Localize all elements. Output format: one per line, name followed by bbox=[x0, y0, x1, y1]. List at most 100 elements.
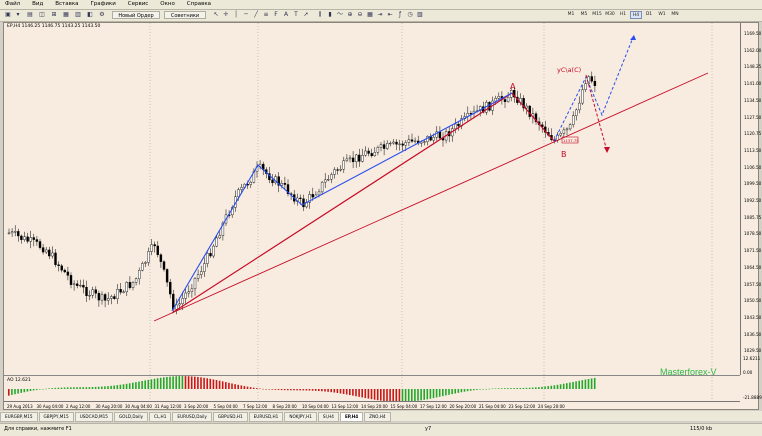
channel-icon[interactable]: ≡ bbox=[262, 11, 270, 19]
indicator-label: AO 12.621 bbox=[7, 378, 31, 383]
tile-icon[interactable]: ▦ bbox=[366, 11, 374, 19]
terminal-icon[interactable]: ▦ bbox=[62, 11, 70, 19]
history-icon[interactable]: ▥ bbox=[74, 11, 82, 19]
chart-shift-icon[interactable]: ⇤ bbox=[386, 11, 394, 19]
chart-tab[interactable]: CL,H1 bbox=[148, 412, 172, 422]
bar-chart-icon[interactable]: ⫼ bbox=[316, 11, 324, 19]
templates-icon[interactable]: ▧ bbox=[416, 11, 424, 19]
candle-chart-icon[interactable]: ▮ bbox=[326, 11, 334, 19]
timeframe-m15[interactable]: M15 bbox=[591, 11, 603, 19]
chart-tab[interactable]: GBPJPY,M15 bbox=[38, 412, 74, 422]
ao-bar bbox=[110, 385, 112, 389]
candle-body bbox=[364, 150, 367, 156]
autoscroll-icon[interactable]: ⇥ bbox=[376, 11, 384, 19]
ao-bar bbox=[469, 389, 472, 391]
advisors-button[interactable]: Советники bbox=[164, 11, 206, 19]
wave-c-projection-blue bbox=[553, 34, 635, 142]
price-label: 1064.50 bbox=[744, 264, 762, 270]
chart-tab[interactable]: GBPUSD,H1 bbox=[212, 412, 248, 422]
ao-bar bbox=[190, 376, 193, 389]
ao-bar bbox=[401, 389, 404, 401]
zoom-out-icon[interactable]: ⊖ bbox=[356, 11, 364, 19]
candle-body bbox=[20, 235, 23, 240]
timeframe-d1[interactable]: D1 bbox=[643, 11, 655, 19]
ao-bar bbox=[11, 389, 13, 395]
text-icon[interactable]: A bbox=[282, 11, 290, 19]
price-label: 1169.50 bbox=[744, 31, 762, 36]
ao-bar bbox=[488, 388, 491, 390]
fibonacci-icon[interactable]: F bbox=[272, 11, 280, 19]
chart-tab[interactable]: GOLD,Daily bbox=[113, 412, 148, 422]
navigator-icon[interactable]: ⊞ bbox=[50, 11, 58, 19]
time-label: 29 Aug 2013 bbox=[7, 404, 33, 409]
chart-tab[interactable]: EURGBP,M15 bbox=[0, 412, 38, 422]
price-label: 1099.50 bbox=[744, 181, 762, 187]
timeframe-w1[interactable]: W1 bbox=[656, 11, 668, 19]
dropdown-icon[interactable]: ▾ bbox=[14, 11, 22, 19]
arrow-icon[interactable]: ➚ bbox=[302, 11, 310, 19]
crosshair-icon[interactable]: ✛ bbox=[222, 11, 230, 19]
ao-bar bbox=[383, 389, 385, 401]
market-watch-icon[interactable]: ◫ bbox=[38, 11, 46, 19]
periods-icon[interactable]: ◷ bbox=[406, 11, 414, 19]
chart-tab[interactable]: EURUSD,Daily bbox=[172, 412, 212, 422]
ao-bar bbox=[113, 385, 115, 389]
support-trendline-inner bbox=[171, 92, 513, 314]
ao-bar bbox=[249, 387, 252, 389]
chart-tab[interactable]: EP,H4 bbox=[339, 412, 364, 422]
ao-bar bbox=[556, 384, 559, 389]
ao-bar bbox=[473, 389, 475, 391]
time-label: 7 Sep 12:00 bbox=[243, 404, 268, 409]
indicators-icon[interactable]: ƒ bbox=[396, 11, 404, 19]
new-order-button[interactable]: Новый Ордер bbox=[112, 11, 160, 19]
ao-bar bbox=[150, 379, 153, 389]
menu-file[interactable]: Файл bbox=[0, 0, 25, 9]
menu-tools[interactable]: Сервис bbox=[123, 0, 154, 9]
menu-insert[interactable]: Вставка bbox=[50, 0, 83, 9]
chart-tab[interactable]: EURUSD,H1 bbox=[248, 412, 284, 422]
candle-body bbox=[85, 286, 88, 297]
options-icon[interactable]: ⚙ bbox=[98, 11, 106, 19]
ao-bar bbox=[302, 389, 305, 391]
timeframe-m30[interactable]: M30 bbox=[604, 11, 616, 19]
ao-bar bbox=[119, 384, 122, 389]
timeframe-m5[interactable]: M5 bbox=[578, 11, 590, 19]
ao-bar bbox=[32, 389, 35, 391]
chart-tab[interactable]: NOKJPY,H1 bbox=[284, 412, 317, 422]
menu-help[interactable]: Справка bbox=[182, 0, 216, 9]
chart-window[interactable]: 1137.75 A B yC\a(C) EP,H4 1146.25 1146.7… bbox=[3, 22, 762, 410]
line-chart-icon[interactable]: 〜 bbox=[336, 11, 344, 19]
ao-bar bbox=[234, 384, 236, 389]
menu-window[interactable]: Окно bbox=[155, 0, 180, 9]
profiles-icon[interactable]: ▤ bbox=[26, 11, 34, 19]
vertical-line-icon[interactable]: │ bbox=[232, 11, 240, 19]
timeframe-m1[interactable]: M1 bbox=[565, 11, 577, 19]
chart-tab[interactable]: USDCAD,M15 bbox=[74, 412, 113, 422]
cursor-icon[interactable]: ↖ bbox=[212, 11, 220, 19]
menu-view[interactable]: Вид bbox=[27, 0, 48, 9]
timeframe-h1[interactable]: H1 bbox=[617, 11, 629, 19]
horizontal-line-icon[interactable]: ─ bbox=[242, 11, 250, 19]
tester-icon[interactable]: ◧ bbox=[86, 11, 94, 19]
timeframe-mn[interactable]: MN bbox=[669, 11, 681, 19]
candle-body bbox=[17, 231, 20, 237]
label-icon[interactable]: T bbox=[292, 11, 300, 19]
trendline-icon[interactable]: ╱ bbox=[252, 11, 260, 19]
candle-body bbox=[568, 124, 572, 130]
chart-tab[interactable]: SI,H4 bbox=[317, 412, 339, 422]
price-label: 1113.50 bbox=[744, 147, 762, 153]
chart-tab[interactable]: ZNO,H4 bbox=[364, 412, 391, 422]
ao-bar bbox=[423, 389, 425, 400]
new-chart-icon[interactable]: ▣ bbox=[4, 11, 12, 19]
indicator-separator[interactable] bbox=[4, 375, 740, 376]
ao-bar bbox=[324, 389, 326, 392]
timeframe-h4[interactable]: H4 bbox=[630, 11, 642, 19]
candle-body bbox=[249, 182, 253, 185]
ao-bar bbox=[271, 389, 274, 390]
zoom-in-icon[interactable]: ⊕ bbox=[346, 11, 354, 19]
price-chart[interactable]: 1137.75 A B yC\a(C) bbox=[4, 23, 740, 401]
menu-charts[interactable]: Графики bbox=[85, 0, 120, 9]
status-profile: y7 bbox=[425, 426, 432, 432]
wave-label-c: yC\a(C) bbox=[557, 66, 581, 74]
candle-body bbox=[559, 133, 562, 136]
